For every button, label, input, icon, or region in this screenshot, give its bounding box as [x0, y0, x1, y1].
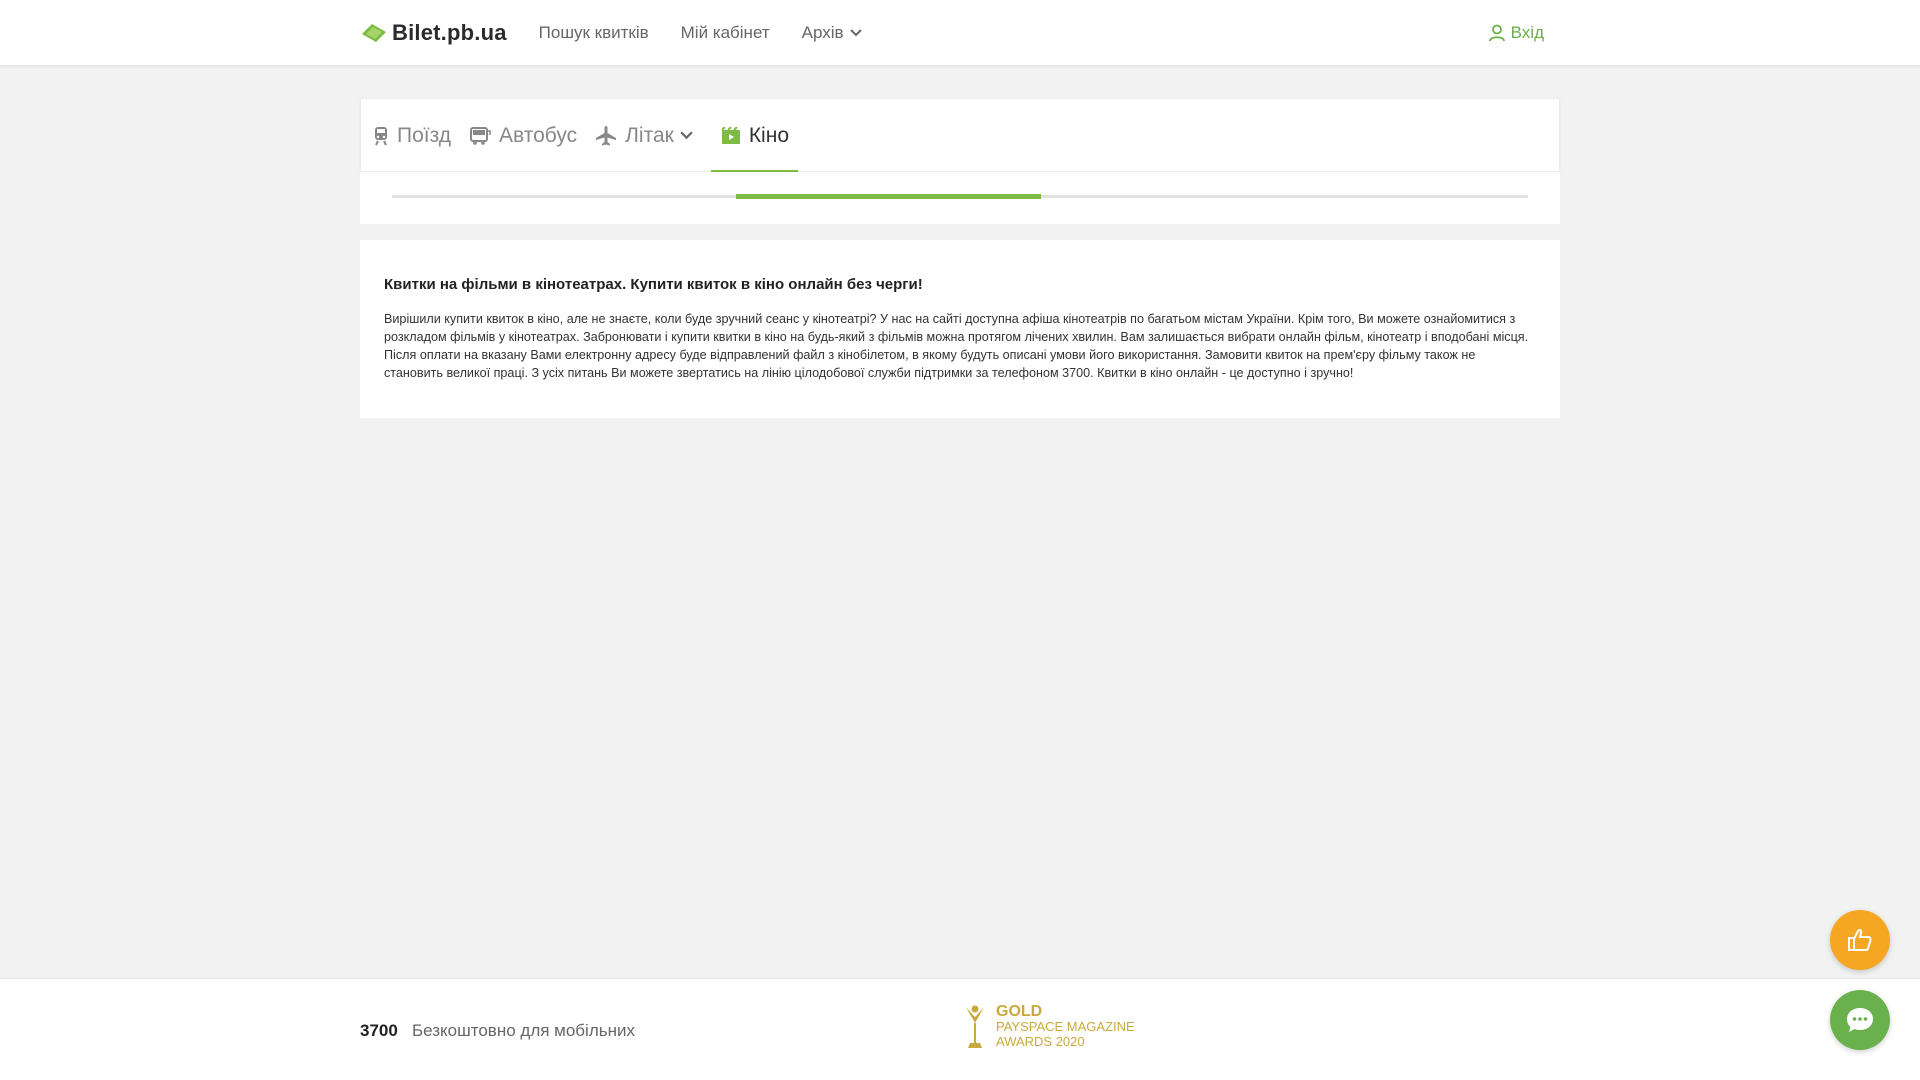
user-icon	[1488, 24, 1505, 42]
tab-bus-label: Автобус	[499, 123, 578, 147]
cinema-info-card: Квитки на фільми в кінотеатрах. Купити к…	[360, 240, 1560, 418]
chevron-down-icon	[680, 131, 693, 140]
transport-tabs: Поїзд Автобус Літак Кіно	[361, 99, 1559, 173]
train-icon	[375, 126, 387, 145]
cinema-icon	[721, 126, 740, 144]
award-line-3: AWARDS 2020	[996, 1033, 1085, 1049]
chevron-down-icon	[849, 29, 862, 37]
login-button[interactable]: Вхід	[1488, 0, 1544, 66]
progress-fill	[736, 194, 1041, 199]
ticket-logo-icon	[362, 24, 386, 42]
nav-archive-label: Архів	[801, 23, 844, 42]
login-label: Вхід	[1510, 23, 1544, 42]
award-line-1: GOLD	[996, 1002, 1043, 1020]
info-text: Вирішили купити квиток в кіно, але не зн…	[384, 312, 1529, 380]
loading-progress	[360, 172, 1560, 224]
site-footer: 3700 Безкоштовно для мобільних GOLD PAYS…	[0, 978, 1920, 1080]
chat-button[interactable]	[1830, 990, 1890, 1050]
tab-train-label: Поїзд	[397, 123, 452, 147]
info-title: Квитки на фільми в кінотеатрах. Купити к…	[384, 276, 923, 293]
award-line-2: PAYSPACE MAGAZINE	[996, 1018, 1135, 1034]
transport-tabs-panel: Поїзд Автобус Літак Кіно	[360, 98, 1560, 173]
support-phone[interactable]: 3700	[360, 1021, 398, 1041]
chat-bubble-icon	[1847, 1008, 1873, 1032]
logo-link[interactable]: Bilet.pb.ua	[360, 20, 507, 46]
logo-text: Bilet.pb.ua	[392, 20, 507, 45]
trophy-icon	[966, 1005, 984, 1048]
main-nav: Пошук квитків Мій кабінет Архів	[539, 23, 894, 43]
award-badge: GOLD PAYSPACE MAGAZINE AWARDS 2020	[960, 1003, 1135, 1049]
site-header: Bilet.pb.ua Пошук квитків Мій кабінет Ар…	[0, 0, 1920, 66]
nav-search-tickets[interactable]: Пошук квитків	[539, 23, 649, 43]
tab-cinema[interactable]: Кіно	[710, 99, 799, 173]
tab-plane-label: Літак	[625, 123, 674, 147]
nav-archive[interactable]: Архів	[802, 23, 862, 43]
plane-icon	[596, 125, 617, 145]
bus-icon	[470, 126, 491, 145]
tab-bus[interactable]: Автобус	[469, 99, 586, 172]
thumbs-up-icon	[1848, 928, 1872, 951]
footer-inner: 3700 Безкоштовно для мобільних GOLD PAYS…	[360, 979, 1560, 1080]
tab-plane[interactable]: Літак	[595, 99, 702, 172]
tab-cinema-label: Кіно	[748, 123, 790, 147]
tab-train[interactable]: Поїзд	[373, 99, 460, 172]
award-text: GOLD PAYSPACE MAGAZINE AWARDS 2020	[996, 1002, 1135, 1049]
feedback-like-button[interactable]	[1830, 910, 1890, 970]
phone-note: Безкоштовно для мобільних	[412, 1021, 635, 1040]
nav-my-account[interactable]: Мій кабінет	[681, 23, 770, 43]
header-inner: Bilet.pb.ua Пошук квитків Мій кабінет Ар…	[360, 0, 1560, 66]
